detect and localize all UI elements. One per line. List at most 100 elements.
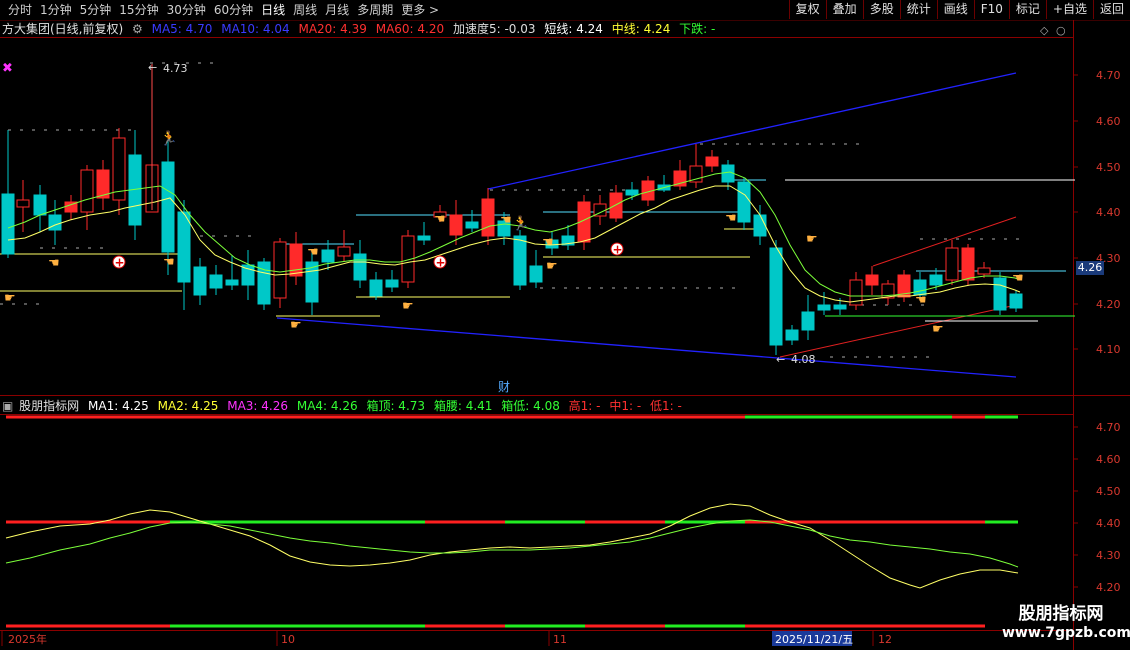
candle: [593, 195, 607, 225]
candle: [48, 200, 62, 245]
candle: [369, 272, 383, 300]
candle: [289, 232, 303, 285]
price-tick-2: 4.50: [1073, 161, 1121, 174]
hand-icon-12: ☛: [402, 299, 414, 314]
svg-text:4.60: 4.60: [1096, 453, 1121, 466]
svg-text:4.70: 4.70: [1096, 421, 1121, 434]
indicator-panel: [5, 415, 1019, 628]
sub-tick-5: 4.20: [1073, 581, 1121, 594]
lower-trend-line: [276, 317, 1017, 378]
hand-icon-15: ☛: [932, 322, 944, 337]
svg-text:4.70: 4.70: [1096, 69, 1121, 82]
sub-tick-1: 4.60: [1073, 453, 1121, 466]
price-tick-5: 4.20: [1073, 298, 1121, 311]
candle: [689, 144, 703, 188]
candle: [353, 240, 367, 288]
candle: [209, 265, 223, 295]
hand-icon-10: ☛: [4, 291, 16, 306]
plus-marker-2: +: [433, 255, 447, 270]
candle: [64, 195, 78, 220]
candle: [417, 222, 431, 245]
diamond-outline-icon: ◇: [1040, 24, 1049, 37]
trend-lines: [276, 72, 1017, 378]
svg-text:+: +: [115, 256, 125, 270]
finance-marker: 财: [498, 380, 510, 394]
price-tick-6: 4.10: [1073, 343, 1121, 356]
candle: [193, 258, 207, 305]
candle: [112, 128, 126, 215]
sub-tick-2: 4.50: [1073, 485, 1121, 498]
run-icon-1: 🏃: [160, 130, 177, 147]
candle: [481, 188, 495, 245]
price-tick-1: 4.60: [1073, 115, 1121, 128]
candle: [1009, 290, 1023, 312]
hand-icon-8: ☚: [915, 293, 927, 308]
svg-text:4.40: 4.40: [1096, 517, 1121, 530]
candle: [225, 255, 239, 290]
high-arrow: ←: [148, 61, 157, 74]
hand-icon-11: ☛: [290, 318, 302, 333]
price-axis: 4.70 4.60 4.50 4.40 4.30 4.20 4.10: [1073, 69, 1121, 356]
sub-axis: 4.70 4.60 4.50 4.40 4.30 4.20: [1073, 421, 1121, 594]
candle: [385, 270, 399, 292]
candle: [945, 240, 959, 285]
date-label-oct: 10: [281, 633, 295, 646]
kline-chart[interactable]: 4.70 4.60 4.50 4.40 4.30 4.20 4.10 4.70 …: [0, 0, 1130, 650]
upper-trend-line: [487, 72, 1017, 190]
watermark: 股朋指标网 www.7gpzb.com: [1002, 604, 1130, 642]
low-label: 4.08: [791, 353, 816, 366]
candle: [80, 165, 94, 230]
date-label-nov: 11: [553, 633, 567, 646]
circle-icon: ○: [1056, 24, 1066, 37]
plus-marker-1: +: [112, 255, 126, 270]
date-cursor-label: 2025/11/21/五: [775, 633, 853, 646]
red-channel-bottom: [779, 304, 1017, 358]
candle: [881, 280, 895, 305]
candle: [96, 160, 110, 210]
high-label: 4.73: [163, 62, 188, 75]
hand-icon-9: ☚: [1012, 271, 1024, 286]
sub-tick-3: 4.40: [1073, 517, 1121, 530]
hand-icon-2: ☚: [163, 255, 175, 270]
candle: [801, 295, 815, 340]
candle: [337, 230, 351, 262]
date-label-dec: 12: [878, 633, 892, 646]
hand-icon-6: ☚: [542, 235, 554, 250]
candle: [33, 185, 47, 232]
date-label-year: 2025年: [8, 632, 47, 646]
svg-text:4.30: 4.30: [1096, 549, 1121, 562]
candle: [865, 266, 879, 295]
candle: [785, 325, 799, 345]
candle: [849, 272, 863, 310]
hand-icon-14: ☛: [806, 232, 818, 247]
chart-frames: [0, 20, 1130, 650]
price-tick-3: 4.40: [1073, 206, 1121, 219]
indicator-yellow-line: [5, 503, 1019, 589]
hand-icon-4: ☚: [434, 212, 446, 227]
candle: [177, 200, 191, 310]
price-tick-0: 4.70: [1073, 69, 1121, 82]
candle: [737, 178, 751, 230]
candle: [705, 150, 719, 172]
level-lines: [0, 179, 1075, 322]
candle: [273, 238, 287, 308]
candlesticks: [1, 64, 1023, 355]
indicator-green-line: [5, 519, 1019, 568]
red-channel-top: [872, 216, 1017, 267]
svg-text:+: +: [436, 256, 446, 270]
candle: [657, 175, 671, 192]
candle: [241, 250, 255, 300]
candle: [609, 185, 623, 222]
candle: [769, 240, 783, 355]
candle: [1, 130, 15, 258]
candle: [753, 205, 767, 245]
hand-icon-13: ☛: [546, 259, 558, 274]
svg-text:4.50: 4.50: [1096, 161, 1121, 174]
candle: [529, 250, 543, 288]
watermark-url: www.7gpzb.com: [1002, 625, 1130, 641]
watermark-title: 股朋指标网: [1018, 604, 1104, 624]
diamond-icon: ✖: [2, 61, 13, 76]
candle: [128, 130, 142, 240]
hand-icon-7: ☚: [725, 211, 737, 226]
svg-text:4.40: 4.40: [1096, 206, 1121, 219]
